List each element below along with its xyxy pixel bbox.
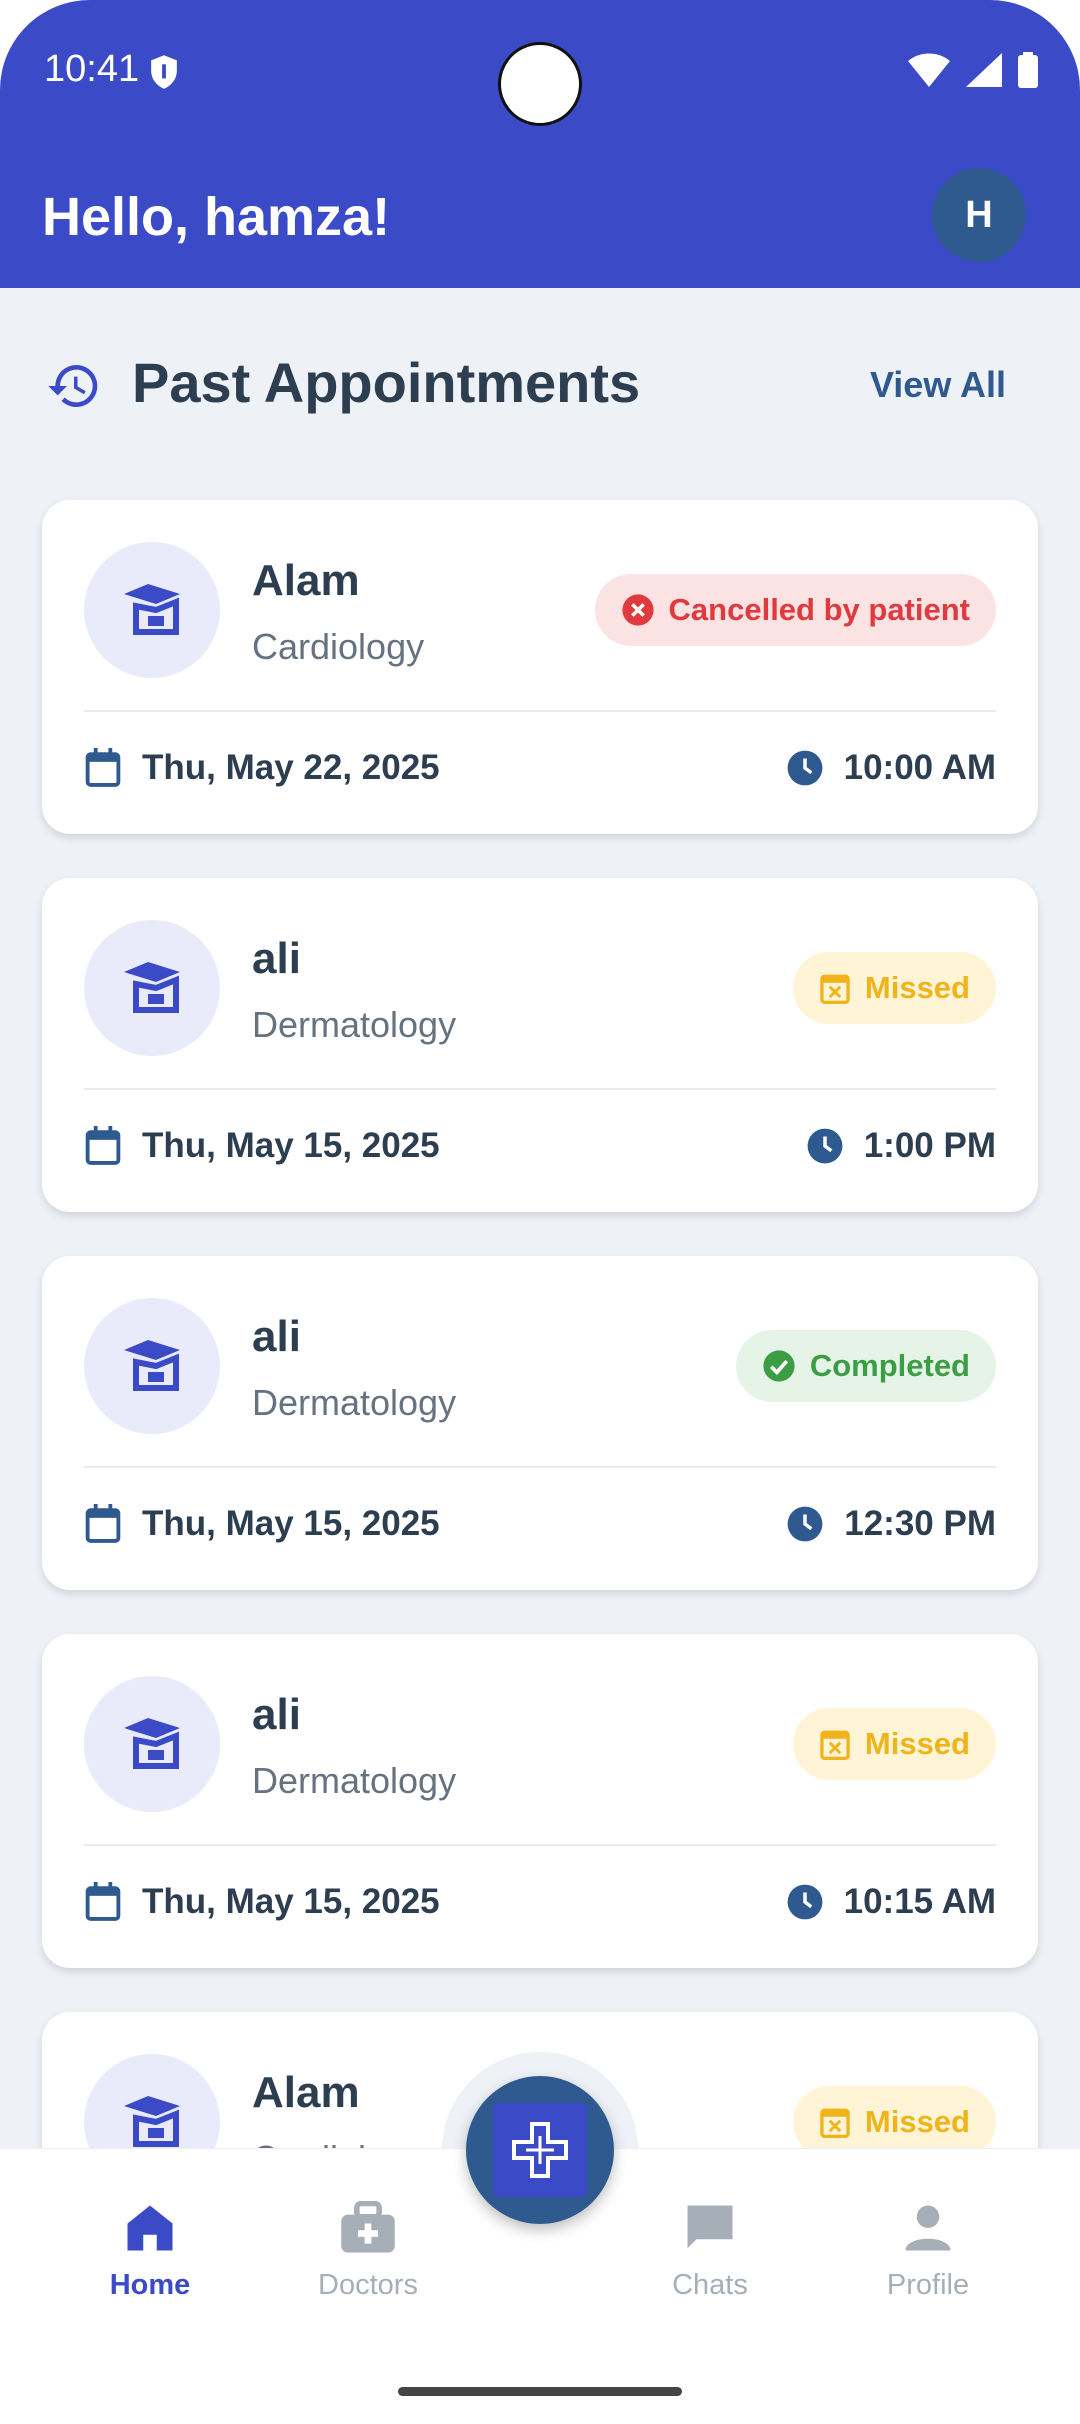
- card-divider: [84, 1844, 996, 1846]
- date-text: Thu, May 22, 2025: [142, 748, 440, 787]
- appointment-date: Thu, May 15, 2025: [84, 1504, 440, 1544]
- card-divider: [84, 1466, 996, 1468]
- appointment-card[interactable]: ali Dermatology Missed Thu, May 15, 2025…: [42, 1634, 1038, 1968]
- nav-profile[interactable]: Profile: [838, 2201, 1018, 2302]
- status-badge: Missed: [792, 952, 996, 1024]
- nav-doctors-label: Doctors: [318, 2269, 418, 2301]
- clock-icon: [787, 1884, 823, 1920]
- date-text: Thu, May 15, 2025: [142, 1504, 440, 1543]
- doctor-avatar: [84, 542, 220, 678]
- status-time: 10:41: [44, 48, 140, 90]
- appointment-time: 12:30 PM: [786, 1504, 996, 1544]
- status-text: Cancelled by patient: [668, 592, 970, 627]
- home-icon: [127, 2205, 173, 2251]
- nav-chats-label: Chats: [672, 2269, 748, 2301]
- appointment-date: Thu, May 22, 2025: [84, 748, 440, 788]
- appointment-card[interactable]: ali Dermatology Completed Thu, May 15, 2…: [42, 1256, 1038, 1590]
- nav-profile-label: Profile: [886, 2269, 970, 2301]
- shield-icon: [151, 55, 177, 89]
- check-circle-icon: [763, 1350, 795, 1382]
- time-text: 12:30 PM: [844, 1504, 996, 1543]
- doctor-name: ali: [252, 1312, 301, 1361]
- clock-icon: [787, 1506, 823, 1542]
- view-all-link[interactable]: View All: [870, 364, 1006, 406]
- time-text: 10:15 AM: [843, 1882, 996, 1921]
- nav-home-label: Home: [109, 2269, 191, 2301]
- battery-icon: [1018, 52, 1038, 88]
- date-text: Thu, May 15, 2025: [142, 1882, 440, 1921]
- doctor-icon: [124, 962, 180, 1013]
- doctor-icon: [124, 584, 180, 635]
- calendar-x-icon: [820, 2108, 850, 2139]
- appointment-card[interactable]: ali Dermatology Missed Thu, May 15, 2025…: [42, 878, 1038, 1212]
- nav-chats[interactable]: Chats: [620, 2201, 800, 2302]
- doctor-icon: [124, 2096, 180, 2147]
- nav-doctors[interactable]: Doctors: [278, 2201, 458, 2302]
- doctor-icon: [124, 1340, 180, 1391]
- nav-home[interactable]: Home: [60, 2201, 240, 2302]
- cancel-circle-icon: [621, 594, 654, 626]
- status-text: Missed: [864, 2104, 970, 2139]
- medical-bag-icon: [341, 2201, 395, 2253]
- doctor-name: ali: [252, 1690, 301, 1739]
- app-header: 10:41 Hello, hamza! H: [0, 0, 1080, 288]
- doctor-specialty: Cardiology: [252, 626, 425, 667]
- doctor-avatar: [84, 1676, 220, 1812]
- date-text: Thu, May 15, 2025: [142, 1126, 440, 1165]
- greeting-text: Hello, hamza!: [42, 187, 391, 247]
- avatar[interactable]: H: [932, 168, 1026, 262]
- status-badge: Missed: [792, 1708, 996, 1780]
- appointment-date: Thu, May 15, 2025: [84, 1882, 440, 1922]
- calendar-x-icon: [820, 974, 850, 1005]
- phone-screen: 10:41 Hello, hamza! H Past Appointments …: [0, 0, 1080, 2424]
- doctor-specialty: Dermatology: [252, 1760, 457, 1801]
- card-divider: [84, 1088, 996, 1090]
- avatar-initial: H: [965, 193, 993, 236]
- clock-icon: [807, 1128, 843, 1164]
- doctor-specialty: Dermatology: [252, 1004, 457, 1045]
- home-indicator[interactable]: [398, 2387, 682, 2396]
- status-text: Completed: [809, 1348, 970, 1383]
- calendar-icon: [85, 1504, 121, 1543]
- doctor-name: Alam: [252, 556, 360, 605]
- doctor-icon: [124, 1718, 180, 1769]
- wifi-icon: [908, 53, 950, 87]
- status-text: Missed: [864, 970, 970, 1005]
- cross-shape: [512, 2122, 568, 2178]
- doctor-name: Alam: [252, 2068, 360, 2117]
- history-icon: [48, 365, 98, 407]
- status-text: Missed: [864, 1726, 970, 1761]
- camera-cutout: [498, 42, 582, 126]
- time-text: 10:00 AM: [843, 748, 996, 787]
- center-action-button[interactable]: [466, 2076, 614, 2224]
- calendar-icon: [85, 1126, 121, 1165]
- medical-cross-icon: [493, 2103, 587, 2197]
- appointment-time: 10:00 AM: [786, 748, 996, 788]
- calendar-icon: [85, 1882, 121, 1921]
- appointment-time: 1:00 PM: [806, 1126, 996, 1166]
- appointment-date: Thu, May 15, 2025: [84, 1126, 440, 1166]
- card-divider: [84, 710, 996, 712]
- signal-icon: [966, 53, 1002, 87]
- doctor-avatar: [84, 1298, 220, 1434]
- status-badge: Cancelled by patient: [594, 574, 996, 646]
- doctor-avatar: [84, 920, 220, 1056]
- person-icon: [905, 2205, 951, 2251]
- calendar-icon: [85, 748, 121, 787]
- section-title: Past Appointments: [132, 351, 641, 414]
- appointment-card[interactable]: Alam Cardiology Cancelled by patient Thu…: [42, 500, 1038, 834]
- appointment-time: 10:15 AM: [786, 1882, 996, 1922]
- calendar-x-icon: [820, 1730, 850, 1761]
- status-badge: Completed: [735, 1330, 996, 1402]
- chat-icon: [687, 2205, 733, 2249]
- time-text: 1:00 PM: [863, 1126, 996, 1165]
- doctor-name: ali: [252, 934, 301, 983]
- status-icons: [908, 52, 1038, 88]
- doctor-specialty: Dermatology: [252, 1382, 457, 1423]
- clock-icon: [787, 750, 823, 786]
